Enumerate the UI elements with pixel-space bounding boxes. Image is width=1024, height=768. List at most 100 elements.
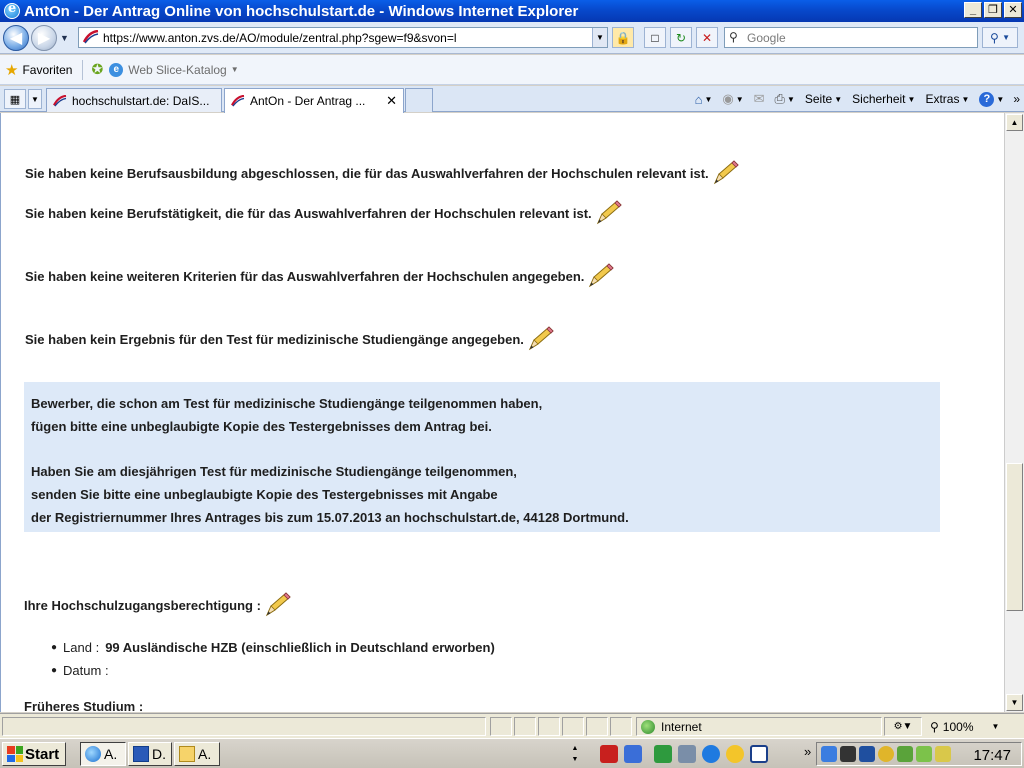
quicklaunch-ie-icon[interactable] (702, 745, 720, 763)
close-button[interactable]: ✕ (1004, 2, 1022, 18)
restore-button[interactable]: ❐ (984, 2, 1002, 18)
info-text-line: senden Sie bitte eine unbeglaubigte Kopi… (31, 487, 498, 502)
other-criteria-row: Sie haben keine weiteren Kriterien für d… (25, 258, 616, 288)
page-menu-label: Seite (804, 92, 833, 106)
vertical-scrollbar[interactable]: ▲ ▼ (1004, 113, 1024, 712)
home-icon: ⌂ (694, 91, 703, 107)
extras-menu[interactable]: Extras ▼ (922, 92, 972, 106)
status-cell (514, 717, 536, 736)
compatibility-view-icon[interactable]: □ (644, 27, 666, 48)
status-text-cell (2, 717, 486, 736)
taskbar-button-label: D. (152, 746, 166, 762)
feeds-button[interactable]: ◉ ▼ (719, 91, 746, 107)
tab-bar: ▦ ▼ hochschulstart.de: DaIS... AntOn - D… (0, 86, 1024, 113)
quicklaunch-desktop-icon[interactable] (750, 745, 768, 763)
pencil-edit-icon[interactable] (713, 159, 741, 185)
window-title: AntOn - Der Antrag Online von hochschuls… (24, 2, 579, 20)
status-cell (562, 717, 584, 736)
bullet: ● (51, 665, 58, 676)
lock-icon[interactable]: 🔒 (612, 27, 634, 48)
employment-text: Sie haben keine Berufstätigkeit, die für… (25, 206, 592, 221)
web-slice-gallery-link[interactable]: e Web Slice-Katalog ▼ (109, 62, 239, 77)
quicklaunch-app-icon[interactable] (600, 745, 618, 763)
quick-tabs-button[interactable]: ▦ (4, 89, 26, 109)
history-dropdown[interactable]: ▼ (60, 33, 69, 43)
home-button[interactable]: ⌂ ▼ (692, 92, 716, 107)
medical-test-text: Sie haben kein Ergebnis für den Test für… (25, 332, 524, 347)
refresh-icon[interactable]: ↻ (670, 27, 692, 48)
previous-study-heading: Früheres Studium : (24, 699, 144, 712)
scroll-down-button[interactable]: ▼ (1006, 694, 1023, 711)
window-title-bar[interactable]: AntOn - Der Antrag Online von hochschuls… (0, 0, 1024, 22)
zoom-control[interactable]: ⚲ 100% ▼ (924, 717, 1008, 736)
back-arrow-icon: ◀ (9, 30, 23, 47)
search-input[interactable]: ⚲ Google (724, 27, 978, 48)
tray-nvidia-icon[interactable] (916, 746, 932, 762)
start-button[interactable]: Start (2, 742, 66, 766)
new-tab-button[interactable] (405, 88, 433, 112)
favorites-button[interactable]: Favoriten (22, 63, 72, 77)
medical-test-info-box: Bewerber, die schon am Test für medizini… (24, 382, 940, 532)
minimize-button[interactable]: _ (964, 2, 982, 18)
employment-row: Sie haben keine Berufstätigkeit, die für… (25, 195, 624, 225)
page-menu[interactable]: Seite ▼ (802, 92, 845, 106)
list-item: ● Land : 99 Ausländische HZB (einschließ… (51, 636, 495, 659)
pencil-edit-icon[interactable] (528, 325, 556, 351)
tray-app-icon[interactable] (840, 746, 856, 762)
address-url: https://www.anton.zvs.de/AO/module/zentr… (103, 30, 457, 45)
chevron-down-icon: ▼ (991, 722, 1000, 731)
print-button[interactable]: ⎙ ▼ (772, 91, 798, 107)
security-zone[interactable]: Internet (636, 717, 882, 736)
protected-mode-icon: ⚙▼ (893, 721, 913, 732)
forward-button[interactable]: ▶ (31, 25, 57, 51)
quicklaunch-app-icon[interactable] (678, 745, 696, 763)
system-tray: 17:47 (816, 742, 1022, 766)
status-cell (586, 717, 608, 736)
help-button[interactable]: ? ▼ (976, 91, 1007, 107)
pencil-edit-icon[interactable] (596, 199, 624, 225)
taskbar-button-mail[interactable]: A. (174, 742, 220, 766)
pencil-edit-icon[interactable] (588, 262, 616, 288)
security-menu[interactable]: Sicherheit ▼ (849, 92, 918, 106)
tray-app-icon[interactable] (878, 746, 894, 762)
scroll-up-button[interactable]: ▲ (1006, 114, 1023, 131)
quicklaunch-app-icon[interactable] (654, 745, 672, 763)
add-favorite-icon[interactable]: ✪ (91, 61, 103, 78)
ie-small-icon: e (109, 62, 124, 77)
taskbar-button-word[interactable]: D. (128, 742, 172, 766)
site-favicon-icon (83, 30, 99, 44)
quicklaunch-app-icon[interactable] (726, 745, 744, 763)
extras-menu-label: Extras (925, 92, 960, 106)
vocational-training-row: Sie haben keine Berufsausbildung abgesch… (25, 155, 741, 185)
tray-app-icon[interactable] (859, 746, 875, 762)
search-button[interactable]: ⚲ ▼ (982, 27, 1018, 48)
medical-test-row: Sie haben kein Ergebnis für den Test für… (25, 321, 556, 351)
tab-list-dropdown[interactable]: ▼ (28, 89, 42, 109)
tab-anton[interactable]: AntOn - Der Antrag ... ✕ (224, 88, 404, 113)
quicklaunch-app-icon[interactable] (624, 745, 642, 763)
tray-app-icon[interactable] (935, 746, 951, 762)
taskbar-scroll-arrows[interactable]: ▲ ▼ (568, 743, 582, 765)
clock[interactable]: 17:47 (973, 747, 1011, 764)
tray-app-icon[interactable] (897, 746, 913, 762)
close-tab-icon[interactable]: ✕ (386, 93, 397, 109)
mail-icon: ✉ (753, 91, 765, 106)
chevron-more-icon[interactable]: » (1013, 92, 1020, 106)
mail-button[interactable]: ✉ (751, 91, 768, 107)
chevron-more-icon[interactable]: » (804, 744, 811, 759)
address-input[interactable]: https://www.anton.zvs.de/AO/module/zentr… (78, 27, 608, 48)
taskbar-button-ie[interactable]: A. (80, 742, 126, 766)
address-dropdown[interactable]: ▼ (592, 28, 607, 47)
stop-icon[interactable]: ✕ (696, 27, 718, 48)
start-label: Start (25, 745, 60, 763)
back-button[interactable]: ◀ (3, 25, 29, 51)
protected-mode-button[interactable]: ⚙▼ (884, 717, 922, 736)
pencil-edit-icon[interactable] (265, 591, 293, 617)
help-icon: ? (979, 91, 995, 107)
scroll-thumb[interactable] (1006, 463, 1023, 611)
hzb-land-value: 99 Ausländische HZB (einschließlich in D… (105, 640, 495, 655)
list-item: ● Datum : (51, 659, 495, 682)
tab-hochschulstart[interactable]: hochschulstart.de: DaIS... (46, 88, 222, 112)
hzb-date-label: Datum : (63, 663, 109, 678)
tray-network-icon[interactable] (821, 746, 837, 762)
